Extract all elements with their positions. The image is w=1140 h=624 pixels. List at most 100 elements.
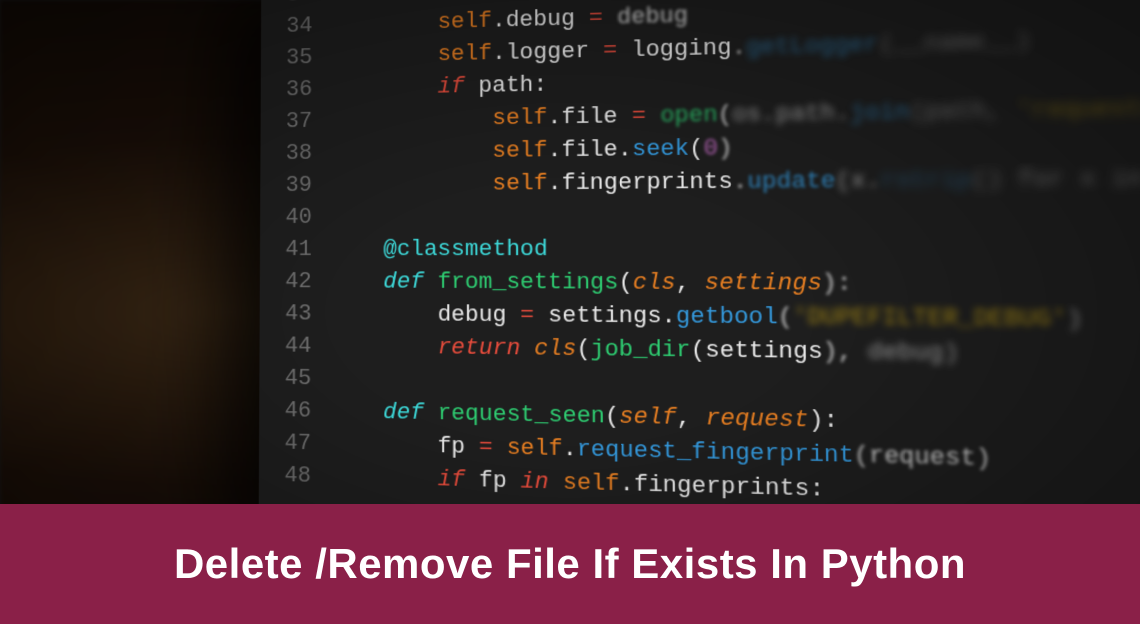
code-token: . (761, 101, 776, 127)
code-token: ( (718, 102, 733, 128)
code-token: file (561, 137, 617, 163)
code-token: logging (631, 35, 731, 63)
code-token: ), (823, 339, 868, 366)
code-token: ): (822, 270, 852, 297)
line-number: 34 (261, 10, 331, 44)
code-token: request_fingerprint (577, 437, 854, 470)
code-token: . (547, 105, 561, 131)
code-token: self (563, 470, 620, 498)
line-number: 37 (261, 106, 331, 139)
code-token: (__name__) (879, 28, 1031, 58)
code-token: debug (506, 6, 575, 33)
line-number: 40 (260, 202, 330, 234)
code-token: . (620, 471, 634, 498)
code-token: ( (691, 337, 706, 364)
code-token: self (492, 138, 547, 164)
line-number: 38 (260, 138, 330, 171)
code-token: ( (836, 168, 851, 195)
code-token (493, 435, 507, 461)
code-token: 'DUPEFILTER_DEBUG' (793, 304, 1068, 333)
code-token: ( (618, 270, 632, 296)
code-token: ) (718, 135, 733, 161)
code-token: , (677, 405, 706, 432)
code-token: , (676, 270, 705, 296)
code-token: self (492, 105, 547, 131)
line-number: 36 (261, 74, 331, 107)
code-token: getLogger (746, 32, 879, 61)
code-token: fp (438, 434, 479, 461)
code-token: settings (704, 270, 822, 297)
line-number: 43 (260, 298, 330, 331)
code-token: job_dir (590, 336, 690, 363)
code-token: rstrip (880, 167, 971, 195)
code-token: . (618, 137, 632, 163)
code-token: from_settings (438, 269, 619, 295)
code-token: . (492, 0, 506, 1)
line-number: 47 (259, 427, 329, 461)
code-token: self (507, 435, 563, 462)
code-token: ) (1067, 306, 1083, 334)
code-token: = (575, 5, 617, 32)
code-token: def (383, 400, 437, 427)
code-token: self (492, 171, 547, 197)
code-token: 0 (703, 136, 718, 162)
code-token: . (492, 8, 506, 34)
line-number: 44 (259, 330, 329, 363)
code-token: getbool (676, 304, 778, 331)
code-token: ( (778, 304, 793, 331)
line-number: 39 (260, 170, 330, 203)
code-token: logger (506, 39, 589, 66)
code-token: . (733, 169, 748, 195)
code-token: ( (576, 336, 590, 362)
line-number: 45 (259, 362, 329, 395)
code-token: ( (689, 136, 704, 162)
code-token: . (548, 171, 562, 197)
code-token: debug (438, 302, 521, 328)
code-token: 'requests' (1016, 95, 1140, 125)
line-number: 42 (260, 266, 330, 298)
line-number: 41 (260, 234, 330, 266)
code-token: debug (617, 3, 688, 31)
code-token: x (850, 168, 865, 195)
code-token: debug (867, 339, 943, 367)
code-token: settings. (534, 303, 676, 330)
code-line: def from_settings(cls, settings): (330, 266, 1140, 304)
code-token: request (706, 405, 809, 434)
code-token: self (619, 404, 677, 431)
code-token: = (479, 434, 493, 460)
code-token: path (776, 100, 835, 127)
code-token: fingerprints: (634, 471, 825, 503)
code-token: ( (605, 404, 619, 431)
code-token: () for x in self.file) (971, 164, 1140, 194)
code-token: = (589, 37, 631, 64)
code-token: seek (632, 136, 689, 163)
code-token: (request) (854, 442, 992, 472)
code-area: self.logdupes = True self.debug = debug … (329, 0, 1140, 520)
code-token: fingerprints (562, 169, 733, 196)
line-number-gutter: 33343536373839404142434445464748 (259, 0, 331, 534)
code-token: fp (479, 468, 521, 495)
code-token: (path, (909, 97, 1016, 125)
code-token: self (437, 41, 492, 68)
code-token: . (563, 436, 577, 463)
code-token: . (865, 168, 880, 195)
code-token: . (492, 40, 506, 66)
code-token: join (850, 99, 910, 126)
code-token: = (618, 103, 661, 130)
code-token: = (520, 303, 534, 329)
line-number: 46 (259, 395, 329, 429)
code-token: in (521, 469, 563, 496)
code-token: if (437, 74, 478, 100)
code-token: self (437, 0, 491, 3)
code-token: request_seen (438, 401, 605, 430)
code-token: . (835, 100, 850, 127)
code-token: update (747, 168, 836, 195)
code-token: file (561, 104, 617, 131)
code-token: ) (943, 340, 959, 367)
code-token: open (660, 102, 718, 129)
code-token: def (383, 269, 437, 295)
code-token: cls (534, 336, 576, 362)
line-number: 48 (259, 459, 329, 493)
code-token: logdupes (506, 0, 617, 1)
code-token: ): (808, 407, 838, 434)
